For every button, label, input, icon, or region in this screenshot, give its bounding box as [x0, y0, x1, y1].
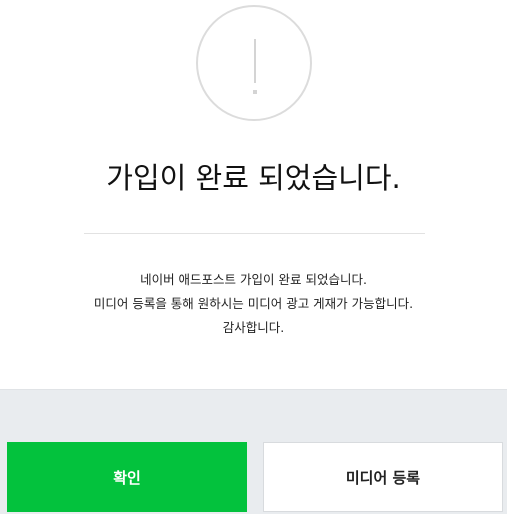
- register-media-button[interactable]: 미디어 등록: [263, 442, 503, 512]
- message-line: 미디어 등록을 통해 원하시는 미디어 광고 게재가 가능합니다.: [93, 296, 414, 311]
- exclamation-icon: [196, 5, 312, 121]
- message-line: 감사합니다.: [222, 320, 285, 335]
- message-line: 네이버 애드포스트 가입이 완료 되었습니다.: [140, 272, 367, 287]
- divider: [84, 233, 425, 234]
- exclamation-dot: [253, 90, 257, 94]
- dialog-title: 가입이 완료 되었습니다.: [106, 161, 401, 195]
- button-footer: 확인 미디어 등록: [0, 389, 507, 514]
- confirm-button[interactable]: 확인: [7, 442, 247, 512]
- message-block: 네이버 애드포스트 가입이 완료 되었습니다. 미디어 등록을 통해 원하시는 …: [0, 268, 507, 340]
- exclamation-bar: [254, 39, 256, 83]
- signup-complete-dialog: 가입이 완료 되었습니다. 네이버 애드포스트 가입이 완료 되었습니다. 미디…: [0, 0, 507, 514]
